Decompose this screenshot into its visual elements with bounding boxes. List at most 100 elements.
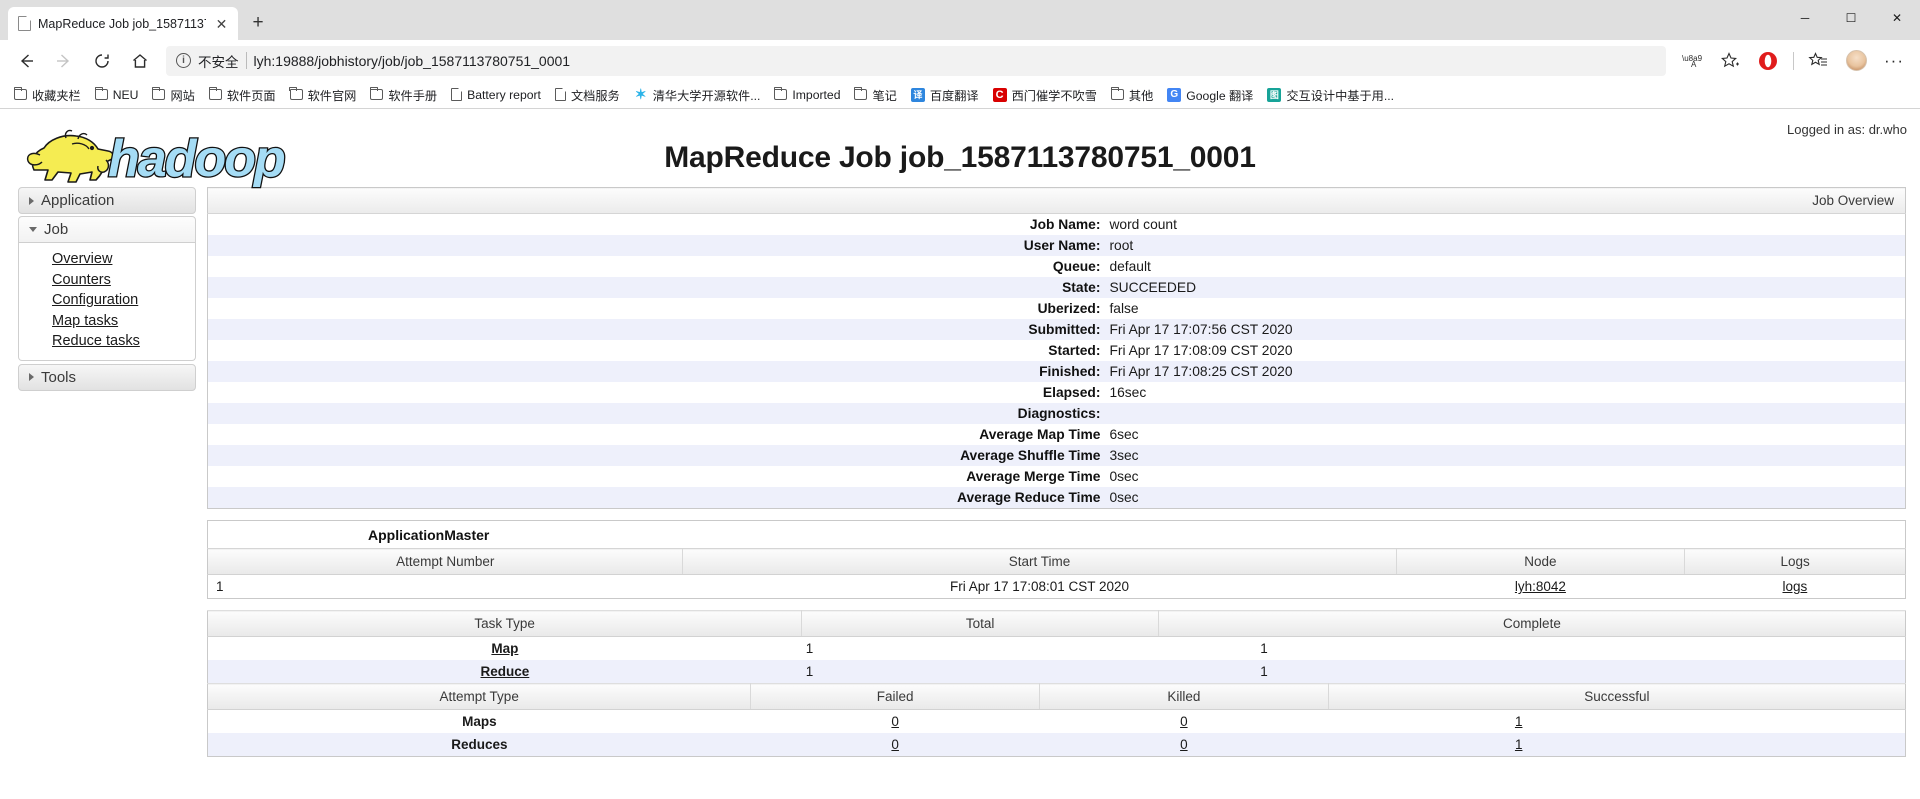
- row-key: Job Name:: [1029, 217, 1101, 232]
- application-master-table: ApplicationMaster Attempt Number Start T…: [207, 520, 1906, 599]
- csdn-icon: C: [992, 87, 1007, 102]
- folder-icon: [1110, 86, 1124, 100]
- home-icon[interactable]: [122, 45, 158, 77]
- bookmark-label: 软件官网: [307, 88, 357, 103]
- killed-count-link[interactable]: 0: [1180, 737, 1188, 752]
- sidebar-nav: Application Job Overview Counters Config…: [18, 187, 196, 393]
- page-icon: [451, 87, 463, 101]
- bookmark-item[interactable]: 软件手册: [363, 84, 444, 106]
- bookmark-item[interactable]: Battery report: [444, 86, 548, 104]
- bookmark-item[interactable]: 其他: [1104, 84, 1160, 106]
- cell-total: 1: [805, 641, 814, 656]
- sidebar-item-overview[interactable]: Overview: [19, 249, 195, 270]
- sidebar-section-job[interactable]: Job: [18, 216, 196, 243]
- successful-count-link[interactable]: 1: [1515, 714, 1523, 729]
- column-header-killed[interactable]: Killed: [1039, 683, 1329, 710]
- bookmark-item[interactable]: 网站: [145, 84, 201, 106]
- window-close-button[interactable]: ✕: [1874, 0, 1920, 36]
- table-row: State: SUCCEEDED: [207, 277, 1906, 298]
- reload-icon[interactable]: [84, 45, 120, 77]
- cell-failed: 0: [751, 733, 1040, 757]
- node-link[interactable]: lyh:8042: [1515, 579, 1566, 594]
- address-bar[interactable]: i 不安全 lyh:19888/jobhistory/job/job_15871…: [166, 45, 1666, 76]
- translate-icon[interactable]: \u8a9eA: [1674, 45, 1710, 77]
- bookmark-item[interactable]: NEU: [88, 86, 146, 104]
- table-row: Submitted: Fri Apr 17 17:07:56 CST 2020: [207, 319, 1906, 340]
- column-header-failed[interactable]: Failed: [750, 683, 1041, 710]
- row-value: Fri Apr 17 17:07:56 CST 2020: [1109, 322, 1293, 337]
- column-header-successful[interactable]: Successful: [1328, 683, 1906, 710]
- cell-total: 1: [805, 664, 814, 679]
- row-value: false: [1109, 301, 1139, 316]
- bookmark-label: 西门催学不吹雪: [1011, 88, 1097, 103]
- sidebar-item-counters[interactable]: Counters: [19, 270, 195, 291]
- sidebar-item-map-tasks[interactable]: Map tasks: [19, 311, 195, 332]
- bookmark-item[interactable]: 文档服务: [548, 84, 627, 106]
- bookmark-label: 软件页面: [226, 88, 276, 103]
- column-header-logs[interactable]: Logs: [1684, 548, 1906, 575]
- row-key: Average Shuffle Time: [960, 448, 1101, 463]
- more-menu-icon[interactable]: ···: [1876, 45, 1912, 77]
- sidebar-section-application[interactable]: Application: [18, 187, 196, 214]
- hadoop-logo[interactable]: hadoop: [16, 118, 316, 190]
- column-header-task-type[interactable]: Task Type: [207, 610, 803, 637]
- maximize-button[interactable]: ☐: [1828, 0, 1874, 36]
- bookmarks-bar: 收藏夹栏 NEU 网站 软件页面 软件官网 软件手册 Battery repor…: [0, 81, 1920, 109]
- column-header-attempt-type[interactable]: Attempt Type: [207, 683, 752, 710]
- page-icon: [18, 15, 32, 31]
- new-tab-button[interactable]: +: [242, 8, 274, 38]
- bookmark-label: 交互设计中基于用...: [1286, 88, 1395, 103]
- logs-link[interactable]: logs: [1782, 579, 1807, 594]
- column-header-complete[interactable]: Complete: [1158, 610, 1906, 637]
- column-header-attempt-number[interactable]: Attempt Number: [207, 548, 684, 575]
- bookmark-item[interactable]: G Google 翻译: [1160, 84, 1260, 106]
- folder-icon: [94, 86, 108, 100]
- sidebar-section-tools[interactable]: Tools: [18, 363, 196, 391]
- sidebar-job-items: Overview Counters Configuration Map task…: [18, 243, 196, 361]
- page-content: Logged in as: dr.who hadoop Map Reduce Jo…: [0, 109, 1920, 799]
- collections-icon[interactable]: [1800, 45, 1836, 77]
- favorite-star-icon[interactable]: [1712, 45, 1748, 77]
- bookmark-label: 笔记: [872, 88, 897, 103]
- row-key: Finished:: [1039, 364, 1101, 379]
- column-header-node[interactable]: Node: [1396, 548, 1686, 575]
- bookmark-item[interactable]: 笔记: [847, 84, 903, 106]
- failed-count-link[interactable]: 0: [891, 714, 899, 729]
- table-header-row: Attempt Type Failed Killed Successful: [207, 683, 1906, 710]
- close-icon[interactable]: ✕: [213, 15, 230, 32]
- killed-count-link[interactable]: 0: [1180, 714, 1188, 729]
- bookmark-item[interactable]: Imported: [767, 86, 847, 104]
- sidebar-item-reduce-tasks[interactable]: Reduce tasks: [19, 331, 195, 352]
- column-header-start-time[interactable]: Start Time: [682, 548, 1397, 575]
- table-row: Diagnostics:: [207, 403, 1906, 424]
- bookmark-item[interactable]: C 西门催学不吹雪: [986, 84, 1104, 106]
- folder-icon: [152, 86, 166, 100]
- minimize-button[interactable]: ─: [1782, 0, 1828, 36]
- bookmark-item[interactable]: 收藏夹栏: [7, 84, 88, 106]
- forward-icon: [46, 45, 82, 77]
- successful-count-link[interactable]: 1: [1515, 737, 1523, 752]
- column-header-total[interactable]: Total: [801, 610, 1159, 637]
- reduce-link[interactable]: Reduce: [481, 664, 530, 679]
- bookmark-item[interactable]: 译百度翻译: [904, 84, 986, 106]
- back-icon[interactable]: [8, 45, 44, 77]
- bookmark-item[interactable]: 图交互设计中基于用...: [1260, 84, 1401, 106]
- failed-count-link[interactable]: 0: [891, 737, 899, 752]
- sidebar-item-configuration[interactable]: Configuration: [19, 290, 195, 311]
- bookmark-item[interactable]: 软件官网: [283, 84, 364, 106]
- avatar[interactable]: [1838, 45, 1874, 77]
- bookmark-label: 百度翻译: [929, 88, 979, 103]
- info-icon[interactable]: i: [176, 53, 191, 68]
- table-row: Job Name: word count: [208, 214, 1906, 236]
- map-link[interactable]: Map: [491, 641, 518, 656]
- row-key: User Name:: [1023, 238, 1101, 253]
- page-icon: [554, 87, 567, 101]
- browser-tab[interactable]: MapReduce Job job_1587113780 ✕: [8, 7, 238, 40]
- bookmark-item[interactable]: ✶ 清华大学开源软件...: [627, 84, 768, 106]
- folder-icon: [208, 86, 222, 100]
- table-row: Reduce 1 1: [207, 660, 1906, 684]
- opera-extension-icon[interactable]: [1750, 45, 1786, 77]
- row-value: Fri Apr 17 17:08:25 CST 2020: [1109, 364, 1293, 379]
- bookmark-item[interactable]: 软件页面: [202, 84, 283, 106]
- cell-attempt-type: Maps: [462, 714, 497, 729]
